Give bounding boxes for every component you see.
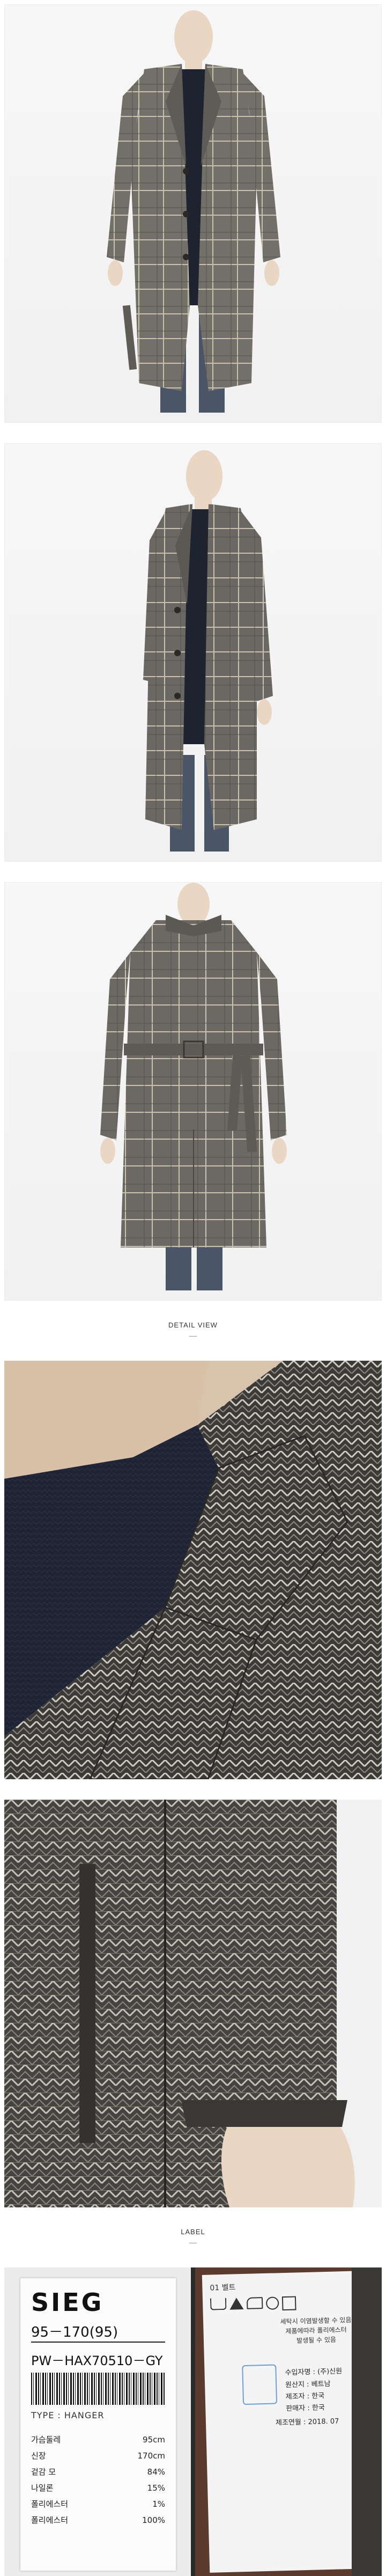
spec-value: 1%	[152, 2499, 165, 2509]
recycle-logo	[242, 2364, 278, 2405]
label-photo: SIEG 95－170(95) PW－HAX70510－GY TYPE : HA…	[4, 2267, 382, 2576]
spec-name: 신장	[31, 2451, 46, 2461]
spec-name: 폴리에스터	[31, 2515, 69, 2525]
detail-photo-sleeve	[4, 1800, 382, 2207]
spec-name: 겉감 모	[31, 2467, 56, 2477]
care-label: 01 벨트 세탁시 이염발생할 수 있음 제품에따라 폴리에스터 발생될 수 있…	[195, 2267, 382, 2576]
maker-row: 제조자 : 한국	[285, 2392, 325, 2402]
spec-value: 15%	[147, 2483, 165, 2493]
size-text: 95－170(95)	[31, 2324, 118, 2340]
spec-row: 폴리에스터 1%	[31, 2496, 165, 2512]
importer-value: (주)신원	[317, 2367, 343, 2376]
date-row: 제조연월 : 2018. 07	[275, 2417, 339, 2427]
barcode	[31, 2373, 165, 2405]
no-bleach-icon	[229, 2298, 244, 2310]
section-title-label: LABEL	[181, 2228, 205, 2236]
spec-name: 가슴둘레	[31, 2435, 61, 2445]
product-photo-side	[4, 443, 382, 862]
spec-value: 84%	[147, 2467, 165, 2477]
product-photo-back	[4, 882, 382, 1301]
seller-row: 판매자 : 한국	[286, 2404, 325, 2413]
importer-row: 수입자명 : (주)신원	[285, 2366, 342, 2379]
iron-icon	[246, 2297, 263, 2309]
collar-closeup-illustration	[4, 1361, 382, 1779]
coat-front-illustration	[107, 10, 280, 413]
detail-photo-collar	[4, 1361, 382, 1779]
spec-list: 가슴둘레 95cm 신장 170cm 겉감 모 84% 나일론 15% 폴리에스…	[31, 2432, 165, 2528]
product-code: PW－HAX70510－GY	[31, 2353, 163, 2368]
spec-value: 100%	[142, 2515, 165, 2525]
brand-tag: SIEG 95－170(95) PW－HAX70510－GY TYPE : HA…	[4, 2267, 191, 2576]
spec-name: 폴리에스터	[31, 2499, 69, 2509]
coat-back-illustration	[100, 883, 287, 1290]
care-label-card: 01 벨트 세탁시 이염발생할 수 있음 제품에따라 폴리에스터 발생될 수 있…	[202, 2271, 371, 2573]
spec-name: 나일론	[31, 2483, 54, 2493]
sleeve-closeup-illustration	[4, 1800, 355, 2207]
strap	[352, 2267, 382, 2576]
coat-side-illustration	[143, 450, 273, 852]
tag-type: TYPE : HANGER	[31, 2410, 105, 2420]
care-symbols	[210, 2296, 296, 2312]
section-divider	[189, 1336, 197, 1337]
divider	[31, 2342, 165, 2343]
origin-row: 원산지 : 베트남	[285, 2380, 331, 2390]
wash-tub-icon	[210, 2298, 227, 2310]
brand-tag-card: SIEG 95－170(95) PW－HAX70510－GY TYPE : HA…	[20, 2278, 176, 2571]
care-notice: 세탁시 이염발생할 수 있음 제품에따라 폴리에스터 발생될 수 있음	[273, 2315, 359, 2346]
product-photo-front	[4, 4, 382, 423]
spec-row: 폴리에스터 100%	[31, 2512, 165, 2528]
tumble-dry-icon	[281, 2296, 296, 2311]
care-top-line: 01 벨트	[210, 2283, 236, 2293]
spec-row: 신장 170cm	[31, 2448, 165, 2464]
importer-label: 수입자명 :	[285, 2368, 316, 2377]
brand-logo: SIEG	[31, 2288, 104, 2317]
spec-row: 가슴둘레 95cm	[31, 2432, 165, 2448]
section-title-detail-view: DETAIL VIEW	[168, 1321, 218, 1329]
spec-row: 겉감 모 84%	[31, 2464, 165, 2480]
spec-value: 170cm	[137, 2451, 166, 2461]
spec-row: 나일론 15%	[31, 2480, 165, 2496]
dry-clean-icon	[265, 2296, 279, 2310]
spec-value: 95cm	[143, 2435, 165, 2445]
